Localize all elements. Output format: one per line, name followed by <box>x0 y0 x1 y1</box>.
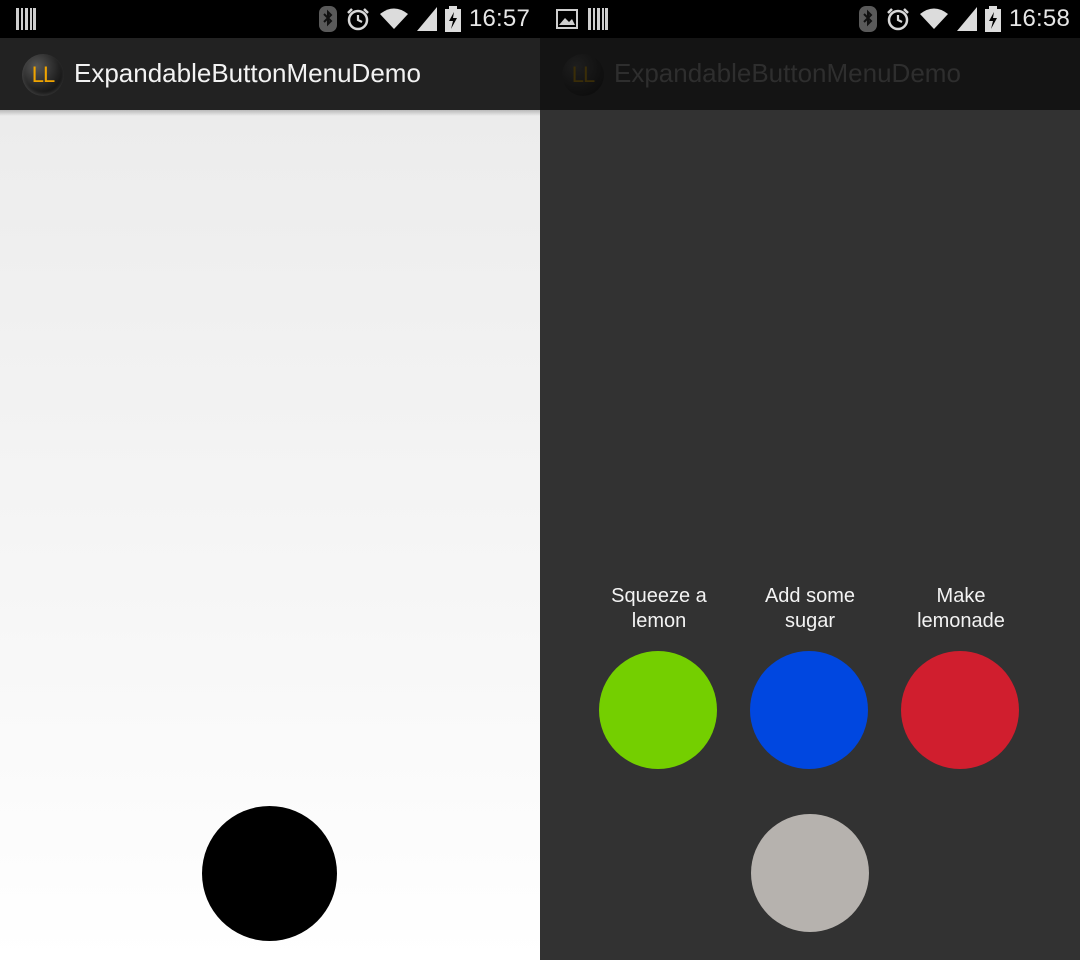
status-bar: 16:57 <box>0 0 540 38</box>
wifi-icon <box>379 8 408 29</box>
app-logo-icon[interactable]: LL <box>22 54 64 96</box>
status-right-icons: 16:57 <box>318 4 530 34</box>
status-left-icons <box>16 8 36 30</box>
barcode-icon <box>588 8 608 30</box>
squeeze-lemon-button[interactable] <box>599 651 717 769</box>
expand-menu-button[interactable] <box>202 806 337 941</box>
status-left-icons <box>556 8 608 30</box>
label-line: sugar <box>784 610 836 632</box>
menu-item-label-squeeze-lemon: Squeeze a lemon <box>584 584 734 634</box>
app-logo-icon: LL <box>562 54 604 96</box>
wifi-icon <box>919 8 948 29</box>
menu-item-label-make-lemonade: Make lemonade <box>886 584 1036 634</box>
status-right-icons: 16:58 <box>858 4 1070 34</box>
signal-icon <box>956 7 977 31</box>
screen-expanded: 16:58 LL ExpandableButtonMenuDemo Squeez… <box>540 0 1080 960</box>
image-icon <box>556 9 578 29</box>
label-line: Squeeze a <box>611 585 707 607</box>
bluetooth-icon <box>318 6 337 32</box>
action-bar: LL ExpandableButtonMenuDemo <box>0 38 540 110</box>
action-bar-dimmed: LL ExpandableButtonMenuDemo <box>540 38 1080 110</box>
signal-icon <box>416 7 437 31</box>
app-logo-text: LL <box>571 62 596 87</box>
action-bar-shadow <box>0 110 540 116</box>
label-line: Make <box>936 585 986 607</box>
app-logo-text: LL <box>31 62 56 87</box>
alarm-icon <box>887 8 909 31</box>
label-line: lemonade <box>917 610 1005 632</box>
status-time: 16:57 <box>468 5 530 32</box>
screen-collapsed: 16:57 LL ExpandableButtonMenuDemo <box>0 0 540 960</box>
alarm-icon <box>347 8 369 31</box>
battery-charging-icon <box>444 6 461 32</box>
status-time: 16:58 <box>1008 5 1070 32</box>
label-line: lemon <box>631 610 687 632</box>
barcode-icon <box>16 8 36 30</box>
collapse-menu-button[interactable] <box>751 814 869 932</box>
app-title: ExpandableButtonMenuDemo <box>74 58 421 88</box>
app-title: ExpandableButtonMenuDemo <box>614 58 961 88</box>
add-sugar-button[interactable] <box>750 651 868 769</box>
make-lemonade-button[interactable] <box>901 651 1019 769</box>
label-line: Add some <box>764 585 856 607</box>
bluetooth-icon <box>858 6 877 32</box>
battery-charging-icon <box>984 6 1001 32</box>
menu-item-label-add-sugar: Add some sugar <box>735 584 885 634</box>
status-bar: 16:58 <box>540 0 1080 38</box>
